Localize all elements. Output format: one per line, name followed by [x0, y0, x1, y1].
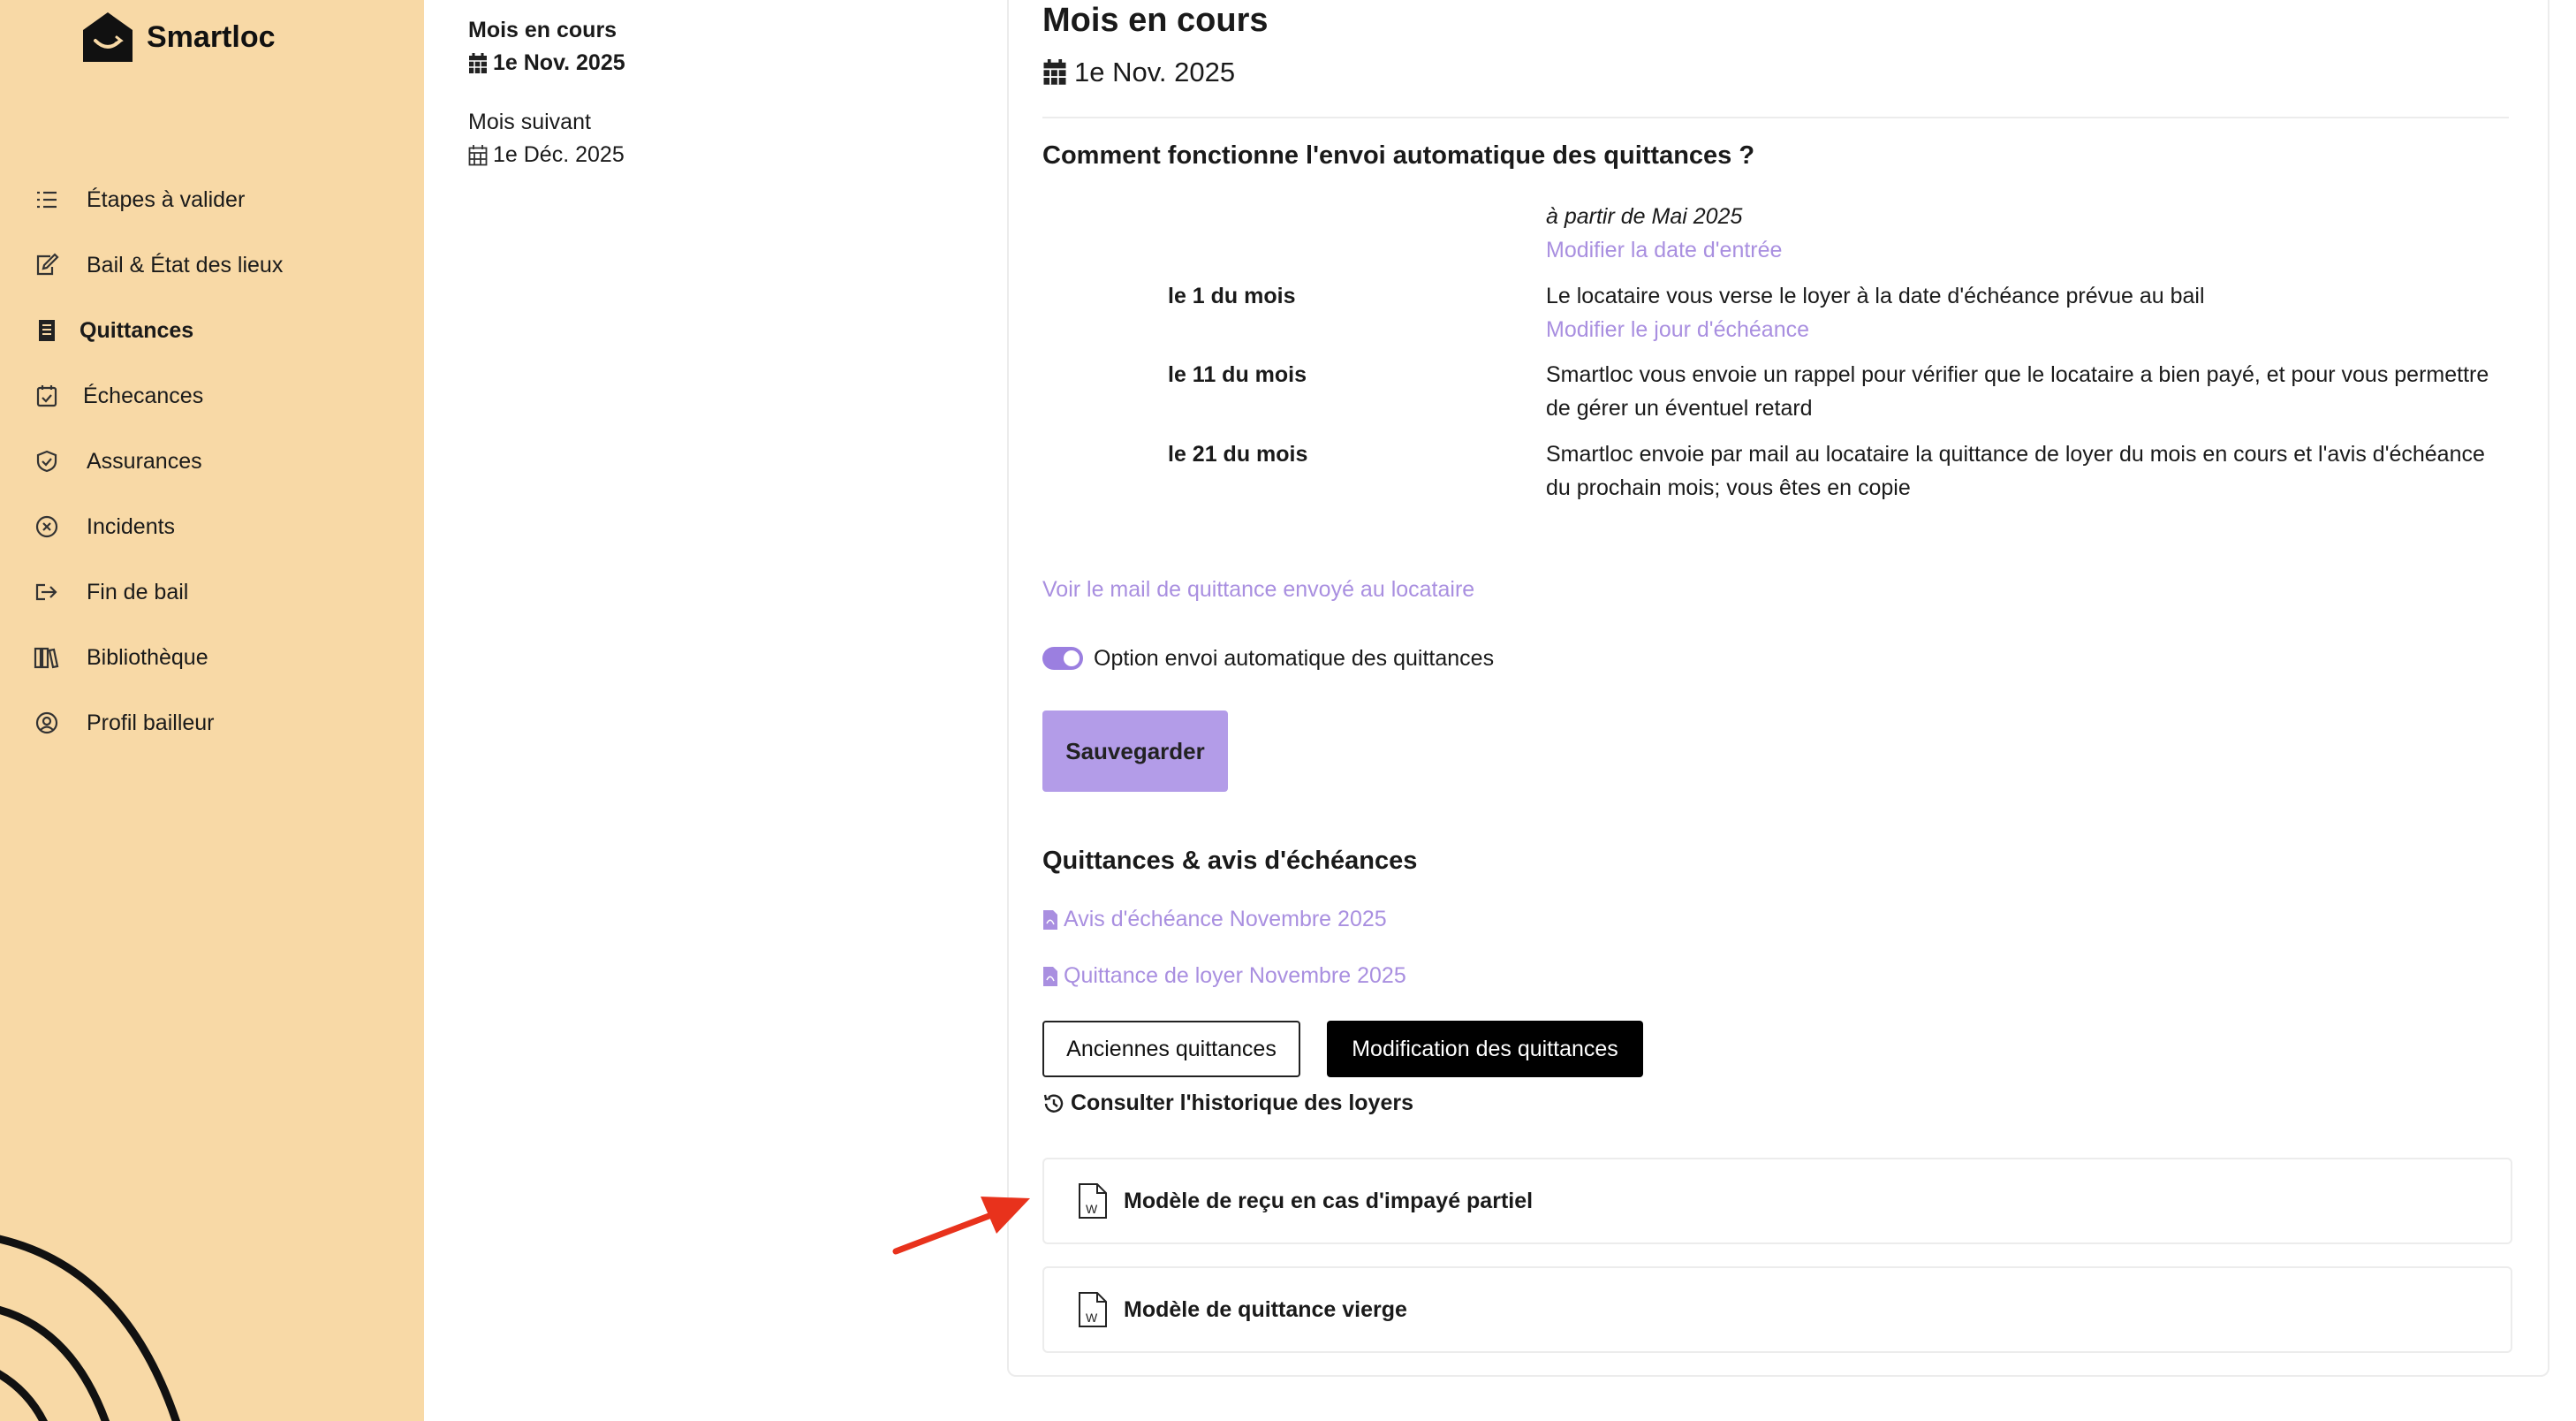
user-circle-icon — [34, 710, 60, 736]
sidebar-item-label: Bibliothèque — [87, 644, 208, 670]
exit-icon — [34, 579, 60, 605]
history-icon — [1043, 1094, 1064, 1113]
step-when: le 11 du mois — [1168, 362, 1307, 387]
doc-link-avis[interactable]: Avis d'échéance Novembre 2025 — [1042, 907, 1387, 932]
edit-document-icon — [34, 252, 60, 278]
partial-receipt-template-card[interactable]: W Modèle de reçu en cas d'impayé partiel — [1042, 1158, 2512, 1244]
sidebar-item-fin-de-bail[interactable]: Fin de bail — [34, 574, 188, 610]
sidebar-item-label: Échecances — [83, 383, 204, 408]
calendar-icon — [1043, 59, 1066, 85]
sidebar-item-quittances[interactable]: Quittances — [34, 313, 193, 348]
library-icon — [34, 644, 60, 671]
svg-text:W: W — [1086, 1311, 1098, 1325]
month-next-date: 1e Déc. 2025 — [468, 142, 625, 168]
save-button[interactable]: Sauvegarder — [1042, 710, 1228, 792]
sidebar-item-label: Incidents — [87, 513, 176, 539]
calendar-icon — [468, 144, 488, 165]
step-text: de gérer un éventuel retard — [1546, 396, 1813, 421]
how-it-works-title: Comment fonctionne l'envoi automatique d… — [1042, 141, 1755, 170]
annotation-arrow-icon — [892, 1197, 1030, 1255]
month-current-title: Mois en cours — [468, 18, 617, 42]
step-text: Smartloc envoie par mail au locataire la… — [1546, 442, 2485, 467]
months-list: Mois en cours 1e Nov. 2025 Mois suivant … — [468, 18, 625, 168]
sidebar-item-bail[interactable]: Bail & État des lieux — [34, 247, 283, 283]
sidebar-item-profil[interactable]: Profil bailleur — [34, 705, 215, 741]
decorative-swirl — [0, 1235, 181, 1421]
svg-text:W: W — [1086, 1202, 1098, 1216]
auto-send-toggle[interactable] — [1042, 647, 1083, 670]
word-file-icon: W — [1079, 1292, 1107, 1327]
auto-send-label: Option envoi automatique des quittances — [1094, 646, 1495, 671]
step-when: le 21 du mois — [1168, 442, 1308, 467]
house-logo-icon — [83, 12, 133, 62]
step-text: du prochain mois; vous êtes en copie — [1546, 475, 1911, 500]
edit-entry-date-link[interactable]: Modifier la date d'entrée — [1546, 233, 1782, 267]
month-current[interactable]: Mois en cours 1e Nov. 2025 — [468, 18, 625, 76]
old-receipts-button[interactable]: Anciennes quittances — [1042, 1021, 1300, 1077]
sidebar-item-etapes[interactable]: Étapes à valider — [34, 182, 245, 217]
month-current-date: 1e Nov. 2025 — [468, 50, 625, 76]
receipt-icon — [34, 317, 60, 344]
pdf-file-icon — [1043, 966, 1057, 986]
checklist-icon — [34, 186, 60, 213]
docs-title: Quittances & avis d'échéances — [1042, 847, 1418, 875]
sidebar-item-echeances[interactable]: Échecances — [34, 378, 203, 414]
page-title: Mois en cours — [1042, 2, 1269, 39]
sidebar-item-incidents[interactable]: Incidents — [34, 509, 175, 544]
calendar-check-icon — [34, 383, 60, 409]
card-label: Modèle de quittance vierge — [1124, 1296, 1407, 1322]
calendar-icon — [469, 52, 487, 73]
sidebar-item-label: Fin de bail — [87, 579, 189, 604]
app-name: Smartloc — [147, 19, 276, 54]
sidebar-item-label: Étapes à valider — [87, 186, 246, 212]
sidebar-item-bibliotheque[interactable]: Bibliothèque — [34, 640, 208, 675]
logo[interactable]: Smartloc — [81, 11, 276, 64]
month-next-title: Mois suivant — [468, 110, 591, 134]
doc-link-quittance[interactable]: Quittance de loyer Novembre 2025 — [1042, 963, 1406, 989]
divider — [1042, 117, 2509, 118]
rent-history-link[interactable]: Consulter l'historique des loyers — [1042, 1090, 1413, 1116]
sidebar-item-label: Profil bailleur — [87, 710, 215, 735]
view-mail-link[interactable]: Voir le mail de quittance envoyé au loca… — [1042, 573, 1474, 606]
sidebar-item-label: Bail & État des lieux — [87, 252, 284, 277]
card-label: Modèle de reçu en cas d'impayé partiel — [1124, 1188, 1534, 1213]
step-when: le 1 du mois — [1168, 284, 1296, 308]
step-text: Le locataire vous verse le loyer à la da… — [1546, 284, 2205, 308]
word-file-icon: W — [1079, 1183, 1107, 1219]
sidebar-item-label: Quittances — [80, 317, 194, 343]
modify-receipts-button[interactable]: Modification des quittances — [1327, 1021, 1643, 1077]
pdf-file-icon — [1043, 909, 1057, 930]
sidebar-item-label: Assurances — [87, 448, 202, 474]
month-next[interactable]: Mois suivant 1e Déc. 2025 — [468, 110, 625, 168]
shield-check-icon — [34, 448, 60, 475]
page-date: 1e Nov. 2025 — [1042, 57, 1235, 88]
sidebar-item-assurances[interactable]: Assurances — [34, 444, 202, 479]
edit-due-day-link[interactable]: Modifier le jour d'échéance — [1546, 313, 1809, 346]
blank-receipt-template-card[interactable]: W Modèle de quittance vierge — [1042, 1266, 2512, 1353]
sidebar: Smartloc Étapes à valider Bail & État de… — [0, 0, 424, 1421]
step-text: Smartloc vous envoie un rappel pour véri… — [1546, 362, 2489, 387]
circle-x-icon — [34, 513, 60, 540]
start-date-text: à partir de Mai 2025 — [1546, 204, 1743, 229]
